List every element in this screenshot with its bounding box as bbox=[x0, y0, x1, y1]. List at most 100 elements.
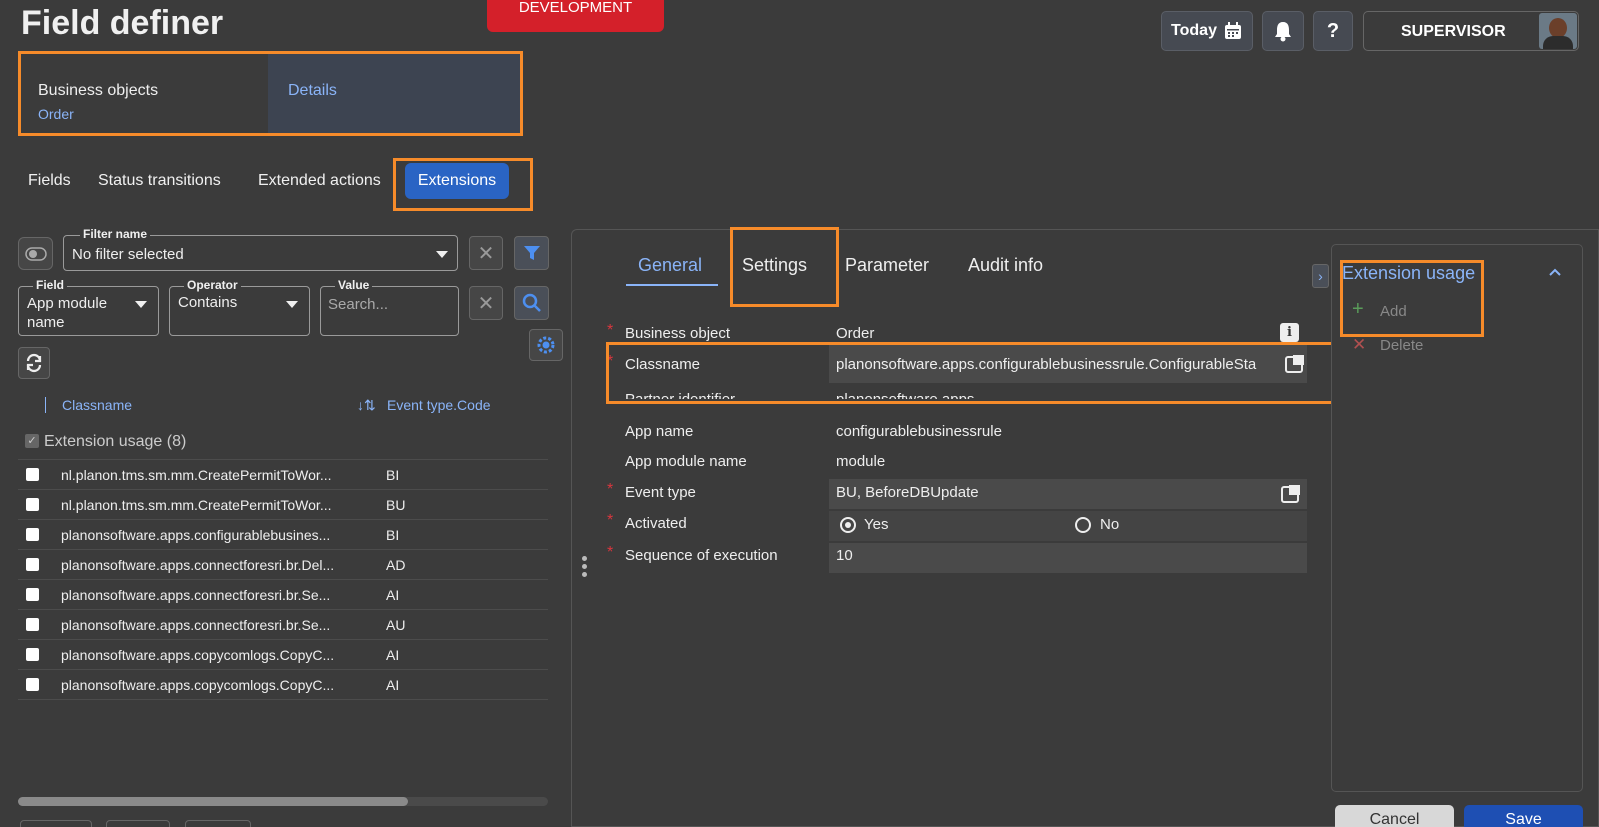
chevron-down-icon bbox=[135, 301, 147, 308]
field-select[interactable]: Field App module name bbox=[18, 278, 159, 336]
highlight-settings-tab bbox=[730, 227, 839, 307]
required-marker: * bbox=[607, 512, 614, 529]
event-type-value: BU, BeforeDBUpdate bbox=[836, 484, 979, 501]
app-module-name-value: module bbox=[836, 453, 886, 470]
table-row[interactable]: planonsoftware.apps.copycomlogs.CopyC...… bbox=[18, 670, 548, 700]
row-checkbox[interactable] bbox=[26, 498, 39, 511]
operator-legend: Operator bbox=[184, 278, 241, 292]
tab-status-transitions[interactable]: Status transitions bbox=[98, 172, 221, 190]
row-code: AI bbox=[386, 677, 400, 693]
tab-audit-info[interactable]: Audit info bbox=[968, 255, 1043, 276]
row-code: BI bbox=[386, 467, 400, 483]
filter-toggle[interactable] bbox=[18, 237, 53, 270]
row-classname: planonsoftware.apps.copycomlogs.CopyC... bbox=[61, 677, 335, 693]
bottom-button[interactable] bbox=[106, 820, 170, 827]
search-icon bbox=[522, 293, 541, 312]
resize-handle[interactable] bbox=[582, 556, 588, 582]
group-checkbox[interactable]: ✓ bbox=[25, 434, 39, 448]
help-button[interactable]: ? bbox=[1313, 11, 1353, 51]
user-menu[interactable]: SUPERVISOR bbox=[1363, 11, 1579, 51]
group-label: Extension usage (8) bbox=[44, 433, 187, 450]
highlight-extension-usage bbox=[1340, 260, 1484, 337]
app-module-name-label: App module name bbox=[625, 453, 747, 470]
highlight-classname bbox=[606, 342, 1353, 404]
tab-general[interactable]: General bbox=[638, 255, 702, 276]
table-row[interactable]: planonsoftware.apps.configurablebusines.… bbox=[18, 520, 548, 550]
row-code: BU bbox=[386, 497, 406, 513]
required-marker: * bbox=[607, 322, 614, 339]
table-row[interactable]: planonsoftware.apps.connectforesri.br.De… bbox=[18, 550, 548, 580]
column-divider bbox=[45, 397, 46, 413]
row-checkbox[interactable] bbox=[26, 678, 39, 691]
tab-parameter[interactable]: Parameter bbox=[845, 255, 929, 276]
toggle-icon bbox=[24, 246, 47, 261]
radio-yes[interactable] bbox=[840, 517, 856, 533]
environment-badge: DEVELOPMENT bbox=[487, 0, 664, 32]
table-row[interactable]: nl.planon.tms.sm.mm.CreatePermitToWor...… bbox=[18, 460, 548, 490]
row-checkbox[interactable] bbox=[26, 588, 39, 601]
value-input[interactable]: Value Search... bbox=[320, 278, 459, 336]
row-code: AD bbox=[386, 557, 406, 573]
column-header-event-type[interactable]: Event type.Code bbox=[387, 397, 491, 413]
clear-filter-button[interactable]: ✕ bbox=[469, 236, 503, 270]
row-checkbox[interactable] bbox=[26, 618, 39, 631]
row-classname: planonsoftware.apps.connectforesri.br.De… bbox=[61, 557, 335, 573]
required-marker: * bbox=[607, 481, 614, 498]
delete-button[interactable]: Delete bbox=[1380, 337, 1423, 354]
clear-value-button[interactable]: ✕ bbox=[469, 286, 503, 320]
row-code: AI bbox=[386, 647, 400, 663]
today-button[interactable]: Today bbox=[1161, 11, 1253, 51]
bottom-button[interactable] bbox=[185, 820, 251, 827]
page-title: Field definer bbox=[21, 4, 224, 42]
sort-icon[interactable]: ↓⇅ bbox=[357, 397, 376, 414]
horizontal-scrollbar[interactable] bbox=[18, 797, 548, 806]
sequence-field[interactable] bbox=[829, 543, 1307, 573]
row-checkbox[interactable] bbox=[26, 558, 39, 571]
expand-panel-button[interactable]: › bbox=[1312, 264, 1329, 288]
highlight-extensions-tab bbox=[393, 158, 533, 211]
refresh-icon bbox=[26, 353, 42, 373]
column-header-classname[interactable]: Classname bbox=[62, 397, 132, 413]
table-row[interactable]: planonsoftware.apps.connectforesri.br.Se… bbox=[18, 580, 548, 610]
row-classname: planonsoftware.apps.configurablebusines.… bbox=[61, 527, 331, 543]
delete-icon: ✕ bbox=[1352, 335, 1367, 354]
save-button[interactable]: Save bbox=[1464, 805, 1583, 827]
table-row[interactable]: nl.planon.tms.sm.mm.CreatePermitToWor...… bbox=[18, 490, 548, 520]
gear-icon bbox=[537, 336, 555, 354]
table-row[interactable]: planonsoftware.apps.connectforesri.br.Se… bbox=[18, 610, 548, 640]
active-tab-indicator bbox=[626, 284, 718, 286]
required-marker: * bbox=[607, 544, 614, 561]
sequence-label: Sequence of execution bbox=[625, 547, 778, 564]
tab-extended-actions[interactable]: Extended actions bbox=[258, 172, 381, 190]
apply-filter-button[interactable] bbox=[514, 236, 549, 270]
operator-select[interactable]: Operator Contains bbox=[169, 278, 310, 336]
cancel-button[interactable]: Cancel bbox=[1335, 805, 1454, 827]
scrollbar-thumb[interactable] bbox=[18, 797, 408, 806]
question-icon: ? bbox=[1326, 19, 1340, 42]
lookup-icon[interactable] bbox=[1280, 484, 1302, 504]
notifications-button[interactable] bbox=[1262, 11, 1304, 51]
radio-yes-label: Yes bbox=[864, 516, 889, 533]
settings-button[interactable] bbox=[529, 329, 563, 361]
row-checkbox[interactable] bbox=[26, 528, 39, 541]
value-placeholder: Search... bbox=[328, 296, 389, 313]
row-classname: planonsoftware.apps.connectforesri.br.Se… bbox=[61, 587, 331, 603]
chevron-down-icon bbox=[286, 301, 298, 308]
funnel-icon bbox=[523, 246, 540, 260]
filter-name-legend: Filter name bbox=[80, 227, 151, 241]
field-legend: Field bbox=[33, 278, 68, 292]
row-checkbox[interactable] bbox=[26, 468, 39, 481]
tab-fields[interactable]: Fields bbox=[28, 172, 71, 190]
row-code: AU bbox=[386, 617, 406, 633]
avatar bbox=[1539, 13, 1577, 49]
info-icon[interactable]: i bbox=[1280, 323, 1299, 342]
chevron-down-icon bbox=[436, 251, 448, 258]
bottom-button[interactable] bbox=[20, 820, 92, 827]
chevron-up-icon[interactable] bbox=[1548, 267, 1562, 277]
search-button[interactable] bbox=[514, 286, 549, 320]
radio-no[interactable] bbox=[1075, 517, 1091, 533]
filter-name-select[interactable]: Filter name No filter selected bbox=[63, 227, 458, 271]
table-row[interactable]: planonsoftware.apps.copycomlogs.CopyC...… bbox=[18, 640, 548, 670]
refresh-button[interactable] bbox=[18, 347, 50, 379]
row-checkbox[interactable] bbox=[26, 648, 39, 661]
